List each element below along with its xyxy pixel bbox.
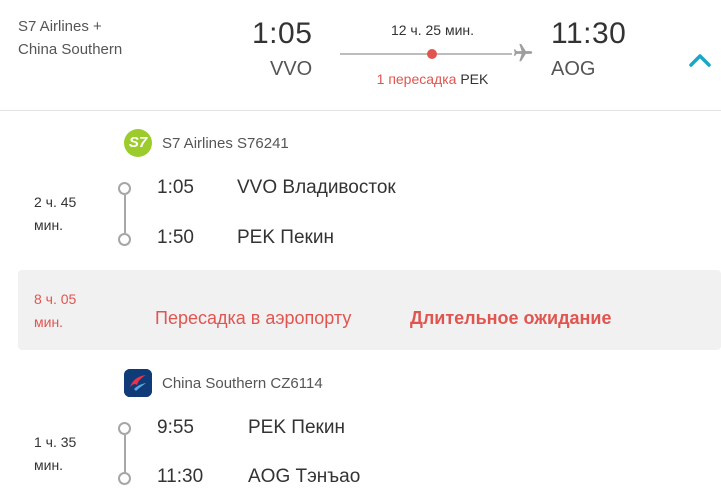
stop-airport-code: PEK xyxy=(460,71,489,87)
timeline-end-dot xyxy=(118,472,131,485)
timeline-line xyxy=(124,195,126,233)
segment-2-departure-time: 9:55 xyxy=(157,417,194,438)
timeline-start-dot xyxy=(118,182,131,195)
segment-2-airline: China Southern CZ6114 xyxy=(162,375,323,392)
segment-1-departure-time: 1:05 xyxy=(157,177,194,198)
segment-1-arrival-time: 1:50 xyxy=(157,227,194,248)
flight-summary-header[interactable]: S7 Airlines + China Southern 1:05 VVO 12… xyxy=(0,0,721,111)
segment-1-duration: 2 ч. 45 мин. xyxy=(34,194,77,233)
layover-description: Пересадка в аэропорту xyxy=(155,308,352,328)
layover-panel: 8 ч. 05 мин. Пересадка в аэропорту Длите… xyxy=(18,270,721,350)
segment-2-arrival-time: 11:30 xyxy=(157,466,204,487)
airlines-label: S7 Airlines + China Southern xyxy=(18,18,123,58)
departure-airport-code: VVO xyxy=(270,58,313,80)
segment-2-departure-airport: PEK Пекин xyxy=(248,417,345,438)
segment-1-airline: S7 Airlines S76241 xyxy=(162,135,289,152)
route-line xyxy=(340,53,512,55)
stops-info: 1 пересадка PEK xyxy=(340,71,525,87)
stop-dot xyxy=(427,49,437,59)
timeline-end-dot xyxy=(118,233,131,246)
departure-time: 1:05 xyxy=(252,17,313,50)
airplane-icon xyxy=(512,42,534,64)
total-duration: 12 ч. 25 мин. xyxy=(390,22,475,38)
china-southern-logo xyxy=(124,369,152,397)
timeline-line xyxy=(124,435,126,473)
timeline-start-dot xyxy=(118,422,131,435)
segment-2-duration: 1 ч. 35 мин. xyxy=(34,434,77,473)
segment-1-departure-airport: VVO Владивосток xyxy=(237,177,396,198)
long-wait-warning: Длительное ожидание xyxy=(410,308,612,328)
segment-2-arrival-airport: AOG Тэнъао xyxy=(248,466,361,487)
chevron-up-icon[interactable] xyxy=(686,48,714,72)
arrival-time: 11:30 xyxy=(551,17,627,50)
stops-count: 1 пересадка xyxy=(376,71,457,87)
segment-1-arrival-airport: PEK Пекин xyxy=(237,227,334,248)
arrival-airport-code: AOG xyxy=(551,58,596,80)
layover-duration: 8 ч. 05 мин. xyxy=(34,291,77,330)
s7-airlines-logo: S7 xyxy=(124,129,152,157)
